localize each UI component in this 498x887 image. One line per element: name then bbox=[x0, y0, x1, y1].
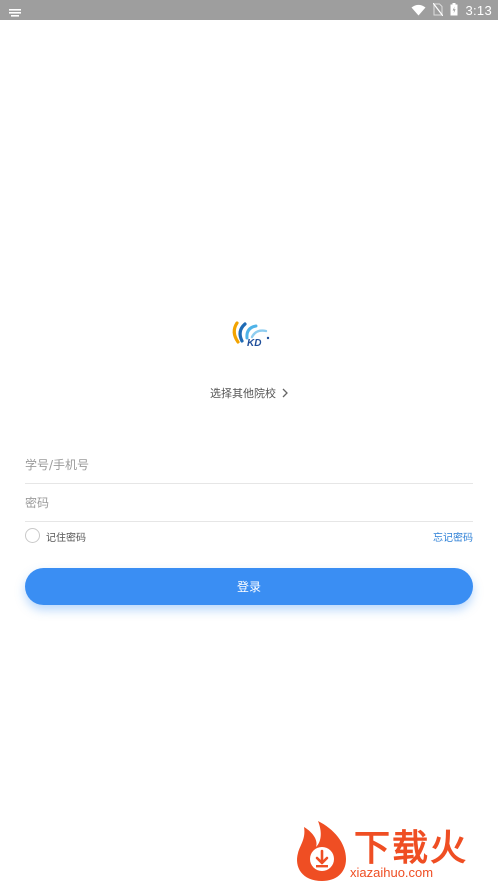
password-field-container bbox=[25, 484, 473, 522]
watermark-text: 下载火 bbox=[354, 828, 469, 869]
logo-text: KD bbox=[247, 338, 261, 348]
status-bar: 3:13 bbox=[0, 0, 498, 20]
app-logo: KD bbox=[228, 318, 272, 349]
password-input[interactable] bbox=[25, 484, 473, 521]
remember-password-label[interactable]: 记住密码 bbox=[46, 529, 86, 544]
notification-icon bbox=[8, 4, 22, 17]
username-field-container bbox=[25, 446, 473, 484]
remember-row: 记住密码 忘记密码 bbox=[25, 527, 473, 545]
status-time: 3:13 bbox=[465, 2, 492, 18]
wifi-icon bbox=[411, 1, 426, 20]
chevron-right-icon bbox=[282, 388, 288, 398]
login-button[interactable]: 登录 bbox=[25, 568, 473, 605]
username-input[interactable] bbox=[25, 446, 473, 483]
forgot-password-link[interactable]: 忘记密码 bbox=[433, 529, 473, 544]
battery-icon bbox=[450, 1, 458, 20]
watermark: 下载火 xiazaihuo.com bbox=[292, 817, 492, 883]
watermark-url: xiazaihuo.com bbox=[350, 865, 434, 880]
no-sim-icon bbox=[433, 1, 444, 20]
school-select-label: 选择其他院校 bbox=[210, 387, 276, 400]
flame-icon bbox=[297, 821, 346, 881]
school-select[interactable]: 选择其他院校 bbox=[0, 384, 498, 402]
remember-password-checkbox[interactable] bbox=[25, 528, 40, 543]
